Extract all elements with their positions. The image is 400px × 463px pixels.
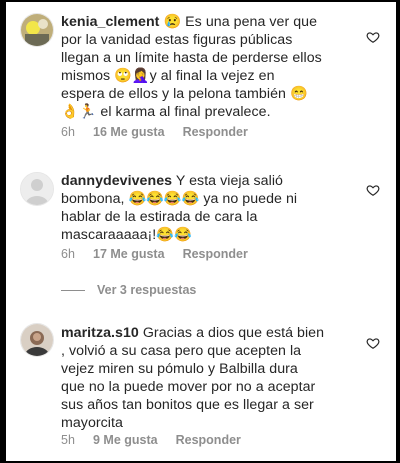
comment-line: Gracias a dios que está bien	[142, 325, 325, 341]
username-link[interactable]: dannydevivenes	[61, 173, 172, 189]
comment-line: Y esta vieja salió	[175, 173, 283, 189]
timestamp[interactable]: 6h	[61, 247, 93, 261]
avatar[interactable]	[20, 323, 54, 357]
comment-meta: 5h 9 Me gusta Responder	[61, 433, 241, 447]
comment-meta: 6h 17 Me gusta Responder	[61, 247, 248, 261]
comment-line: por la vanidad estas figuras públicas	[61, 32, 293, 48]
reply-button[interactable]: Responder	[183, 125, 248, 139]
view-replies-label: Ver 3 respuestas	[97, 283, 197, 297]
avatar[interactable]	[20, 172, 54, 206]
comment-text: dannydevivenes Y esta vieja salió bombon…	[61, 172, 359, 244]
comment-line: hablar de la estirada de cara la	[61, 209, 258, 225]
likes-count[interactable]: 17 Me gusta	[93, 247, 165, 261]
comments-panel: kenia_clement 😢 Es una pena ver que por …	[6, 2, 396, 461]
likes-count[interactable]: 9 Me gusta	[93, 433, 158, 447]
comment-line: Es una pena ver que	[185, 14, 318, 30]
username-link[interactable]: kenia_clement	[61, 14, 159, 30]
heart-icon[interactable]	[366, 336, 380, 350]
comment-line: 👌🏃 el karma al final prevalece.	[61, 104, 271, 120]
reply-button[interactable]: Responder	[176, 433, 241, 447]
reply-button[interactable]: Responder	[183, 247, 248, 261]
comment-line: bombona, 😂😂😂😂 ya no puede ni	[61, 191, 298, 207]
comment-line: mascaraaaaa¡!😂😂	[61, 227, 192, 243]
comment-line: llegan a un límite hasta de perderse ell…	[61, 50, 322, 66]
comment-line: que no la puede mover por no a aceptar	[61, 379, 316, 395]
comment-text: maritza.s10 Gracias a dios que está bien…	[61, 324, 359, 432]
avatar[interactable]	[20, 13, 54, 47]
likes-count[interactable]: 16 Me gusta	[93, 125, 165, 139]
heart-icon[interactable]	[366, 30, 380, 44]
comment-line: mayorcita	[61, 415, 123, 431]
timestamp[interactable]: 5h	[61, 433, 93, 447]
divider	[61, 289, 85, 291]
heart-icon[interactable]	[366, 183, 380, 197]
comment-text: kenia_clement 😢 Es una pena ver que por …	[61, 13, 359, 121]
username-link[interactable]: maritza.s10	[61, 325, 139, 341]
emoji: 😢	[163, 14, 182, 30]
comment-line: espera de ellos y la pelona también 😁	[61, 86, 308, 102]
timestamp[interactable]: 6h	[61, 125, 93, 139]
comment-line: , volvió a su casa pero que acepten la	[61, 343, 302, 359]
comment-line: mismos 🙄🤦‍♀️y al final la vejez en	[61, 68, 275, 84]
comment-meta: 6h 16 Me gusta Responder	[61, 125, 248, 139]
comment-line: sus años tan bonitos que es llegar a ser	[61, 397, 314, 413]
comment-line: vejez miren su pómulo y Balbilla dura	[61, 361, 298, 377]
view-replies-button[interactable]: Ver 3 respuestas	[61, 283, 196, 297]
